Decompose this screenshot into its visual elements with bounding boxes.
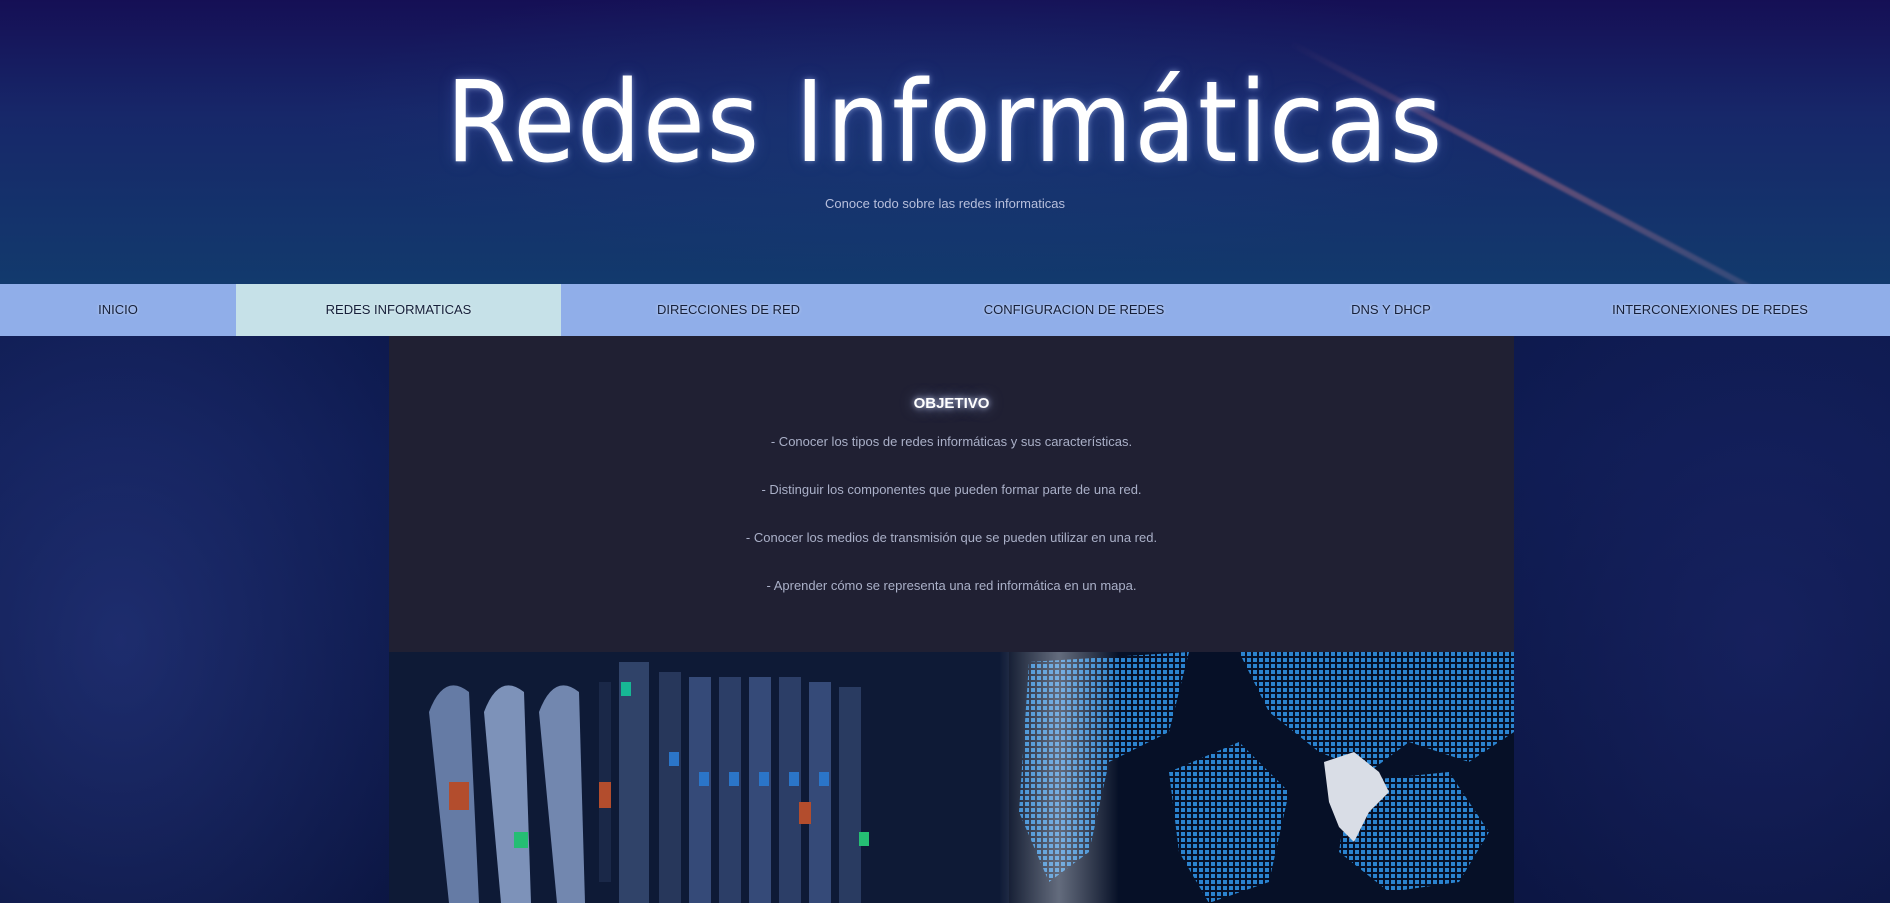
nav-item-interconexiones-de-redes[interactable]: INTERCONEXIONES DE REDES (1530, 284, 1890, 336)
objective-item: - Aprender cómo se representa una red in… (766, 578, 1137, 593)
objective-item: - Distinguir los componentes que pueden … (761, 482, 1142, 497)
site-title: Redes Informáticas (445, 58, 1445, 188)
nav-item-dns-y-dhcp[interactable]: DNS Y DHCP (1252, 284, 1530, 336)
banner-image (389, 652, 1514, 903)
page: Redes Informáticas Conoce todo sobre las… (0, 0, 1890, 903)
objective-item: - Conocer los tipos de redes informática… (770, 434, 1133, 449)
main-nav: INICIO REDES INFORMATICAS DIRECCIONES DE… (0, 284, 1890, 336)
server-rack-map-illustration (389, 652, 1514, 903)
nav-item-redes-informaticas[interactable]: REDES INFORMATICAS (236, 284, 561, 336)
site-subtitle: Conoce todo sobre las redes informaticas (825, 196, 1065, 211)
site-header: Redes Informáticas Conoce todo sobre las… (0, 0, 1890, 284)
nav-item-configuracion-de-redes[interactable]: CONFIGURACION DE REDES (896, 284, 1252, 336)
objective-item: - Conocer los medios de transmisión que … (745, 530, 1158, 545)
objective-section: OBJETIVO - Conocer los tipos de redes in… (389, 336, 1514, 652)
objective-heading: OBJETIVO (913, 395, 990, 412)
nav-item-inicio[interactable]: INICIO (0, 284, 236, 336)
nav-item-direcciones-de-red[interactable]: DIRECCIONES DE RED (561, 284, 896, 336)
